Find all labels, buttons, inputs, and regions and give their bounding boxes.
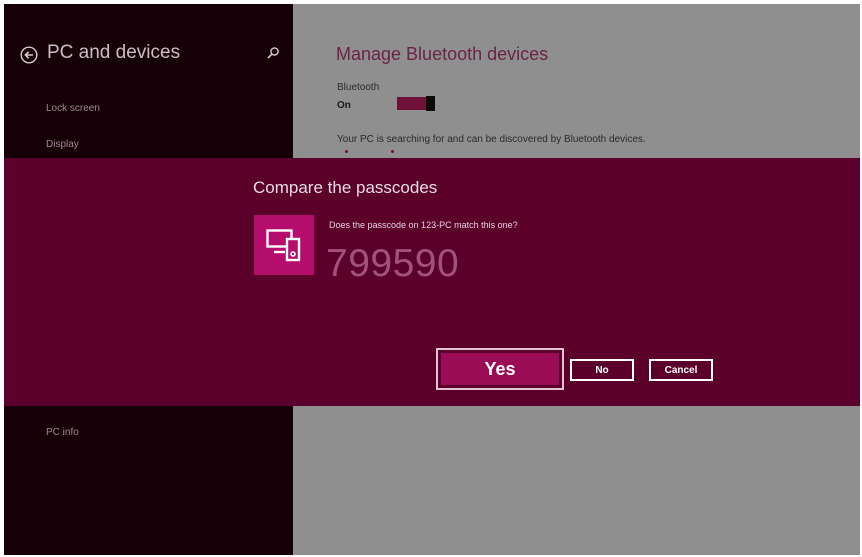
compare-passcodes-dialog: Compare the passcodes Does the passcode … [4,158,860,406]
sidebar-item-pc-info[interactable]: PC info [46,427,79,438]
sidebar-item-lock-screen[interactable]: Lock screen [46,103,100,114]
sidebar-title: PC and devices [47,42,181,63]
bluetooth-status-text: Your PC is searching for and can be disc… [337,134,646,145]
bluetooth-state: On [337,100,351,111]
cancel-button[interactable]: Cancel [649,359,713,381]
progress-dot [345,150,348,153]
screen: PC and devices Lock screen Display PC in… [4,4,860,555]
bluetooth-toggle[interactable] [397,96,435,111]
device-tile [254,215,314,275]
search-icon[interactable] [266,46,280,60]
toggle-thumb [426,96,435,111]
progress-dot [391,150,394,153]
no-button[interactable]: No [570,359,634,381]
page-title: Manage Bluetooth devices [336,44,549,64]
yes-button[interactable]: Yes [436,348,564,390]
bluetooth-label: Bluetooth [337,82,380,93]
passcode: 799590 [326,242,460,285]
yes-button-label: Yes [441,353,559,385]
dialog-title: Compare the passcodes [253,178,438,197]
sidebar-item-display[interactable]: Display [46,139,79,150]
passcode-question: Does the passcode on 123-PC match this o… [329,220,518,230]
devices-icon [266,229,301,262]
back-arrow-icon[interactable] [20,46,38,64]
